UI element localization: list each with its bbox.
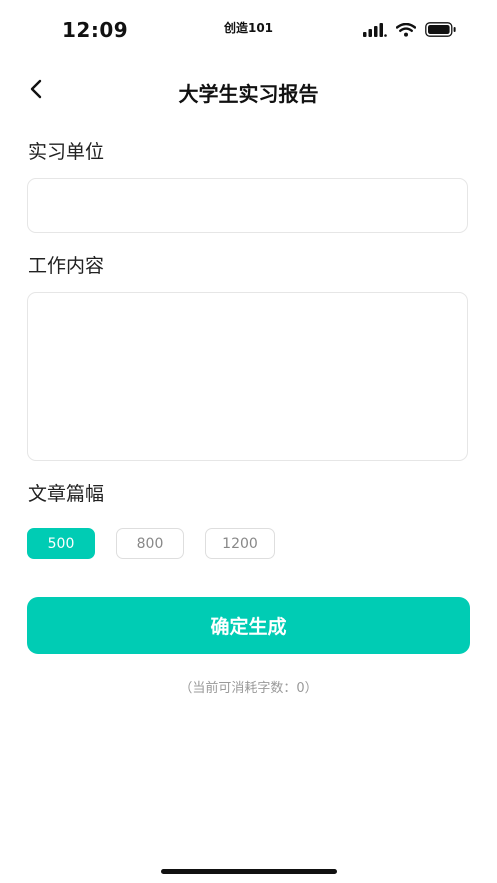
length-option-800[interactable]: 800 <box>116 528 184 559</box>
content-label: 工作内容 <box>28 255 105 277</box>
length-option-500[interactable]: 500 <box>27 528 95 559</box>
status-bar: 12:09 创造101 <box>0 0 497 56</box>
unit-label: 实习单位 <box>28 141 105 163</box>
usage-hint: （当前可消耗字数：0） <box>179 681 318 696</box>
length-option-1200[interactable]: 1200 <box>205 528 275 559</box>
unit-input[interactable] <box>27 178 468 233</box>
battery-icon <box>425 22 457 41</box>
cellular-signal-icon <box>363 22 387 41</box>
status-icons <box>363 22 457 41</box>
length-options: 500 800 1200 <box>27 528 275 559</box>
wifi-icon <box>395 22 417 41</box>
home-indicator <box>161 869 337 874</box>
confirm-generate-button[interactable]: 确定生成 <box>27 597 470 654</box>
page-title: 大学生实习报告 <box>178 82 319 106</box>
content-textarea[interactable] <box>27 292 468 461</box>
length-label: 文章篇幅 <box>28 483 105 505</box>
nav-bar: 大学生实习报告 <box>0 66 497 116</box>
